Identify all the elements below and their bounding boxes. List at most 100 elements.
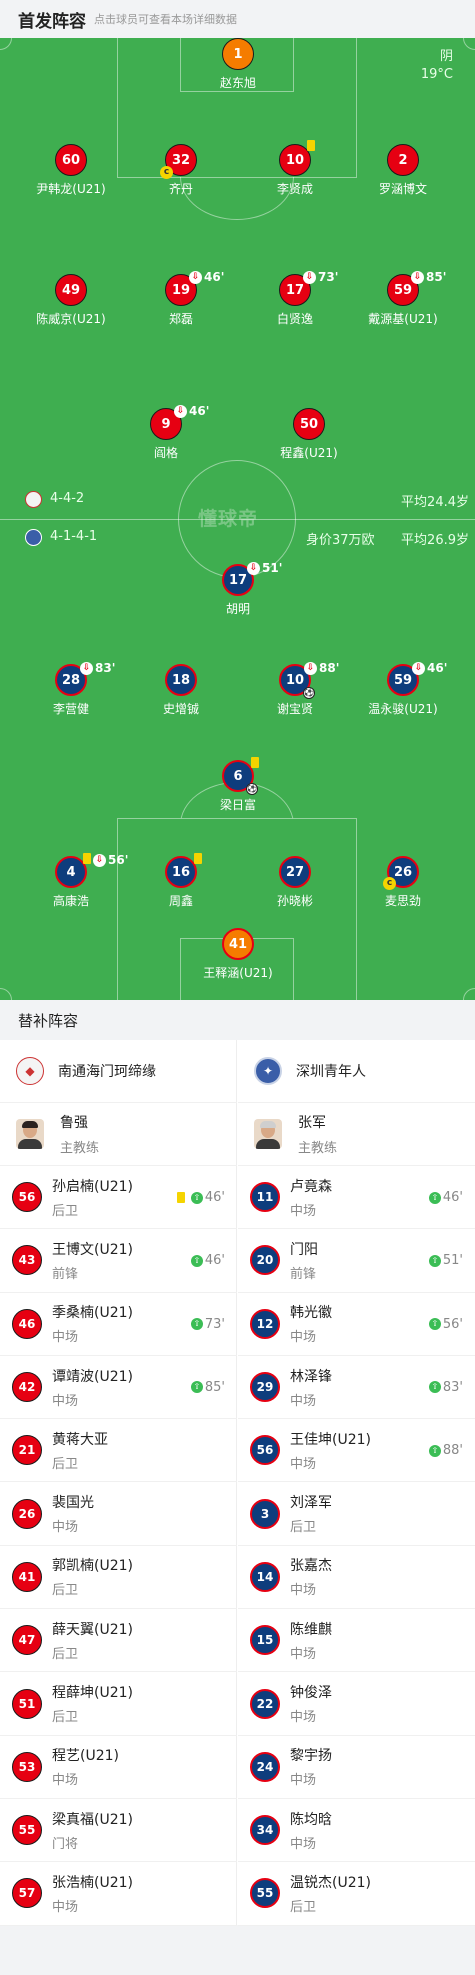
lineup-title: 首发阵容: [18, 11, 86, 32]
sub-position: 后卫: [290, 1520, 317, 1536]
home-player[interactable]: 17 ⇩ 73' 白贤逸: [235, 270, 355, 327]
home-player[interactable]: 50 程鑫(U21): [249, 408, 369, 461]
sub-position: 后卫: [290, 1899, 317, 1915]
sub-player-row[interactable]: 57 张浩楠(U21) 中场: [0, 1862, 237, 1926]
home-player[interactable]: 32 c 齐丹: [121, 144, 241, 197]
sub-number: 26: [12, 1498, 42, 1529]
player-number: 27: [279, 856, 311, 888]
sub-number: 3: [250, 1498, 280, 1529]
sub-in-icon: ⇧: [428, 1381, 441, 1394]
sub-player-row[interactable]: 51 程薛坤(U21) 后卫: [0, 1672, 237, 1736]
away-avg-age: 平均26.9岁: [401, 533, 469, 548]
sub-player-row[interactable]: 14 张嘉杰 中场: [238, 1546, 475, 1610]
home-player[interactable]: 9 ⇩ 46' 阎格: [106, 404, 226, 461]
sub-minute: 73': [318, 270, 339, 284]
sub-player-row[interactable]: 11 卢竟森 中场 ⇧ 46': [238, 1166, 475, 1230]
home-coach-row[interactable]: 鲁强 主教练: [0, 1103, 237, 1166]
sub-position: 中场: [290, 1773, 317, 1789]
away-formation: 4-1-4-1: [50, 529, 98, 544]
sub-player-row[interactable]: 55 温锐杰(U21) 后卫: [238, 1862, 475, 1926]
sub-position: 中场: [52, 1773, 79, 1789]
sub-number: 56: [12, 1182, 42, 1213]
sub-player-row[interactable]: 46 季桑楠(U21) 中场 ⇧ 73': [0, 1293, 237, 1356]
player-number: 50: [293, 408, 325, 440]
sub-player-row[interactable]: 3 刘泽军 后卫: [238, 1482, 475, 1546]
sub-number: 47: [12, 1625, 42, 1656]
sub-out-marker: ⇩ 46': [189, 270, 224, 284]
home-player[interactable]: 2 罗涵博文: [343, 144, 463, 197]
player-name: 麦思劲: [384, 894, 421, 908]
sub-out-icon: ⇩: [93, 853, 106, 867]
home-player[interactable]: 60 尹韩龙(U21): [11, 144, 131, 197]
sub-number: 15: [250, 1625, 280, 1656]
sub-player-row[interactable]: 42 谭靖波(U21) 中场 ⇧ 85': [0, 1356, 237, 1420]
away-player[interactable]: 59 ⇩ 46' 温永骏(U21): [343, 661, 463, 717]
away-team-row[interactable]: ✦ 深圳青年人: [238, 1040, 475, 1103]
sub-player-row[interactable]: 29 林泽锋 中场 ⇧ 83': [238, 1356, 475, 1420]
sub-name: 谭靖波(U21): [52, 1368, 133, 1385]
sub-name: 林泽锋: [290, 1368, 332, 1385]
player-number: 59 ⇩ 85': [387, 270, 446, 306]
away-player[interactable]: 6 ⚽ 梁日富: [178, 757, 298, 813]
sub-in-icon: ⇧: [428, 1318, 441, 1331]
away-player[interactable]: 17 ⇩ 51' 胡明: [178, 561, 298, 617]
sub-player-row[interactable]: 56 孙启楠(U21) 后卫 ⇧ 46': [0, 1166, 237, 1230]
sub-name: 钟俊泽: [290, 1685, 332, 1702]
home-player[interactable]: 49 陈威京(U21): [11, 274, 131, 327]
sub-in-time: ⇧ 51': [428, 1253, 463, 1268]
player-name: 程鑫(U21): [280, 446, 338, 460]
away-coach-row[interactable]: 张军 主教练: [238, 1103, 475, 1166]
sub-in-icon: ⇧: [428, 1444, 441, 1457]
home-team-row[interactable]: ◆ 南通海门珂缔缘: [0, 1040, 237, 1103]
sub-player-row[interactable]: 22 钟俊泽 中场: [238, 1672, 475, 1736]
sub-out-marker: ⇩ 46': [412, 661, 447, 675]
sub-player-row[interactable]: 47 薛天翼(U21) 后卫: [0, 1609, 237, 1673]
sub-player-row[interactable]: 21 黄蒋大亚 后卫: [0, 1419, 237, 1483]
home-player[interactable]: 1 赵东旭: [178, 38, 298, 91]
sub-player-row[interactable]: 12 韩光徽 中场 ⇧ 56': [238, 1293, 475, 1356]
home-player[interactable]: 10 李贤成: [235, 140, 355, 197]
away-player[interactable]: 28 ⇩ 83' 李营健: [11, 661, 131, 717]
sub-player-row[interactable]: 20 门阳 前锋 ⇧ 51': [238, 1229, 475, 1293]
sub-position: 中场: [290, 1393, 317, 1409]
sub-name: 张浩楠(U21): [52, 1874, 133, 1891]
player-number: 17 ⇩ 51': [222, 561, 282, 596]
sub-player-row[interactable]: 41 郭凯楠(U21) 后卫: [0, 1546, 237, 1610]
sub-position: 中场: [290, 1836, 317, 1852]
away-player[interactable]: 18 史增铖: [121, 664, 241, 717]
player-name: 胡明: [225, 602, 250, 616]
away-player[interactable]: 26 c 麦思劲: [343, 856, 463, 909]
sub-in-time: ⇧ 88': [428, 1443, 463, 1458]
sub-player-row[interactable]: 34 陈均晗 中场: [238, 1799, 475, 1863]
sub-number: 14: [250, 1561, 280, 1592]
sub-in-icon: ⇧: [190, 1254, 203, 1267]
away-player[interactable]: 27 孙晓彬: [235, 856, 355, 909]
away-player[interactable]: 41 王释涵(U21): [178, 928, 298, 981]
sub-player-row[interactable]: 53 程艺(U21) 中场: [0, 1736, 237, 1799]
goal-ball-icon: ⚽: [246, 783, 258, 795]
player-name: 阎格: [153, 446, 178, 460]
home-player[interactable]: 19 ⇩ 46' 郑磊: [121, 270, 241, 327]
sub-in-time: ⇧ 46': [428, 1190, 463, 1205]
sub-in-time: ⇧ 85': [190, 1380, 225, 1395]
sub-player-row[interactable]: 43 王博文(U21) 前锋 ⇧ 46': [0, 1229, 237, 1293]
sub-player-row[interactable]: 26 裴国光 中场: [0, 1482, 237, 1546]
sub-out-marker: ⇩ 51': [247, 561, 282, 575]
sub-player-row[interactable]: 24 黎宇扬 中场: [238, 1736, 475, 1799]
away-player[interactable]: 4 ⇩ 56' 高康浩: [11, 853, 131, 909]
sub-player-row[interactable]: 15 陈维麒 中场: [238, 1609, 475, 1673]
sub-player-row[interactable]: 55 梁真福(U21) 门将: [0, 1799, 237, 1863]
away-player[interactable]: 16 周鑫: [121, 853, 241, 909]
sub-in-time: ⇧ 46': [176, 1190, 225, 1205]
player-number: 2: [387, 144, 419, 176]
player-number: 26 c: [383, 856, 419, 890]
coach-avatar: [254, 1119, 282, 1149]
away-player[interactable]: 10 ⇩ 88' ⚽ 谢宝贤: [235, 661, 355, 717]
player-number: 49: [55, 274, 87, 306]
home-team-logo: ◆: [16, 1057, 44, 1085]
sub-out-icon: ⇩: [303, 270, 316, 284]
coach-avatar: [16, 1119, 44, 1149]
home-player[interactable]: 59 ⇩ 85' 戴源基(U21): [343, 270, 463, 327]
sub-player-row[interactable]: 56 王佳坤(U21) 中场 ⇧ 88': [238, 1419, 475, 1483]
away-market-value: 身价37万欧: [306, 533, 375, 548]
